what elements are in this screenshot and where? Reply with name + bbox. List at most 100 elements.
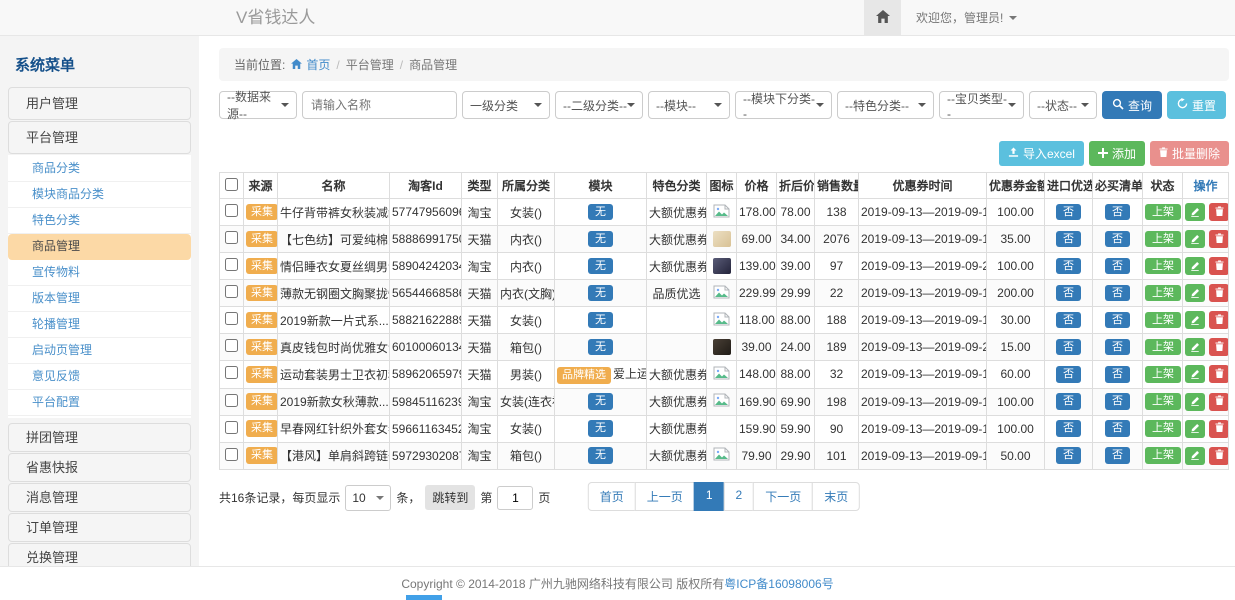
item-type-select[interactable]: --宝贝类型-- [939, 91, 1024, 119]
sidebar-submenu-item[interactable]: 特色分类 [8, 208, 191, 234]
must-buy-badge[interactable]: 否 [1105, 420, 1130, 437]
sidebar-group-item[interactable]: 消息管理 [8, 483, 191, 512]
row-checkbox[interactable] [225, 366, 238, 379]
status-badge[interactable]: 上架 [1145, 366, 1181, 383]
row-checkbox[interactable] [225, 394, 238, 407]
sidebar-submenu-item[interactable]: 商品管理 [8, 234, 191, 260]
edit-button[interactable] [1185, 338, 1205, 356]
level2-category-select[interactable]: --二级分类-- [555, 91, 643, 119]
row-checkbox[interactable] [225, 231, 238, 244]
must-buy-badge[interactable]: 否 [1105, 231, 1130, 248]
edit-button[interactable] [1185, 230, 1205, 248]
module-sub-select[interactable]: --模块下分类-- [735, 91, 832, 119]
sidebar-group-item[interactable]: 平台管理 [8, 121, 191, 154]
import-excel-button[interactable]: 导入excel [999, 141, 1084, 166]
module-select[interactable]: --模块-- [648, 91, 730, 119]
import-select-badge[interactable]: 否 [1056, 258, 1081, 275]
breadcrumb-home-link[interactable]: 首页 [291, 56, 330, 73]
import-select-badge[interactable]: 否 [1056, 204, 1081, 221]
must-buy-badge[interactable]: 否 [1105, 366, 1130, 383]
import-select-badge[interactable]: 否 [1056, 420, 1081, 437]
must-buy-badge[interactable]: 否 [1105, 312, 1130, 329]
search-button[interactable]: 查询 [1102, 91, 1162, 119]
sidebar-group-item[interactable]: 省惠快报 [8, 453, 191, 482]
must-buy-badge[interactable]: 否 [1105, 285, 1130, 302]
delete-button[interactable] [1209, 338, 1229, 356]
edit-button[interactable] [1185, 393, 1205, 411]
edit-button[interactable] [1185, 420, 1205, 438]
page-button[interactable]: 上一页 [635, 482, 695, 511]
row-checkbox[interactable] [225, 421, 238, 434]
status-badge[interactable]: 上架 [1145, 393, 1181, 410]
data-source-select[interactable]: --数据来源-- [219, 91, 297, 119]
page-number-input[interactable] [497, 486, 533, 510]
delete-button[interactable] [1209, 365, 1229, 383]
add-button[interactable]: 添加 [1089, 141, 1145, 166]
must-buy-badge[interactable]: 否 [1105, 204, 1130, 221]
batch-delete-button[interactable]: 批量删除 [1150, 141, 1229, 166]
delete-button[interactable] [1209, 420, 1229, 438]
row-checkbox[interactable] [225, 285, 238, 298]
import-select-badge[interactable]: 否 [1056, 393, 1081, 410]
sidebar-submenu-item[interactable]: 意见反馈 [8, 364, 191, 390]
delete-button[interactable] [1209, 203, 1229, 221]
page-button[interactable]: 2 [724, 482, 755, 511]
edit-button[interactable] [1185, 203, 1205, 221]
delete-button[interactable] [1209, 230, 1229, 248]
row-checkbox[interactable] [225, 339, 238, 352]
delete-button[interactable] [1209, 447, 1229, 465]
status-badge[interactable]: 上架 [1145, 204, 1181, 221]
row-checkbox[interactable] [225, 448, 238, 461]
jump-button[interactable]: 跳转到 [425, 485, 475, 510]
must-buy-badge[interactable]: 否 [1105, 447, 1130, 464]
edit-button[interactable] [1185, 447, 1205, 465]
sidebar-group-item[interactable]: 拼团管理 [8, 423, 191, 452]
import-select-badge[interactable]: 否 [1056, 366, 1081, 383]
status-badge[interactable]: 上架 [1145, 312, 1181, 329]
user-menu[interactable]: 欢迎您，管理员! [901, 0, 1032, 35]
page-button[interactable]: 1 [694, 482, 725, 511]
must-buy-badge[interactable]: 否 [1105, 258, 1130, 275]
import-select-badge[interactable]: 否 [1056, 312, 1081, 329]
import-select-badge[interactable]: 否 [1056, 285, 1081, 302]
feature-category-select[interactable]: --特色分类-- [837, 91, 934, 119]
must-buy-badge[interactable]: 否 [1105, 393, 1130, 410]
edit-button[interactable] [1185, 311, 1205, 329]
sidebar-group-item[interactable]: 订单管理 [8, 513, 191, 542]
sidebar-submenu-item[interactable]: 商品分类 [8, 156, 191, 182]
sidebar-submenu-item[interactable]: 轮播管理 [8, 312, 191, 338]
page-button[interactable]: 首页 [588, 482, 636, 511]
status-badge[interactable]: 上架 [1145, 447, 1181, 464]
delete-button[interactable] [1209, 257, 1229, 275]
row-checkbox[interactable] [225, 312, 238, 325]
status-badge[interactable]: 上架 [1145, 231, 1181, 248]
status-select[interactable]: --状态-- [1029, 91, 1097, 119]
home-button[interactable] [864, 0, 901, 35]
sidebar-group-item[interactable]: 用户管理 [8, 87, 191, 120]
name-search-input[interactable] [302, 91, 457, 119]
edit-button[interactable] [1185, 365, 1205, 383]
import-select-badge[interactable]: 否 [1056, 231, 1081, 248]
status-badge[interactable]: 上架 [1145, 420, 1181, 437]
sidebar-submenu-item[interactable]: 模块商品分类 [8, 182, 191, 208]
edit-button[interactable] [1185, 284, 1205, 302]
per-page-select[interactable]: 10 [345, 485, 391, 511]
status-badge[interactable]: 上架 [1145, 339, 1181, 356]
edit-button[interactable] [1185, 257, 1205, 275]
reset-button[interactable]: 重置 [1167, 91, 1226, 119]
must-buy-badge[interactable]: 否 [1105, 339, 1130, 356]
status-badge[interactable]: 上架 [1145, 285, 1181, 302]
delete-button[interactable] [1209, 284, 1229, 302]
level1-category-select[interactable]: 一级分类 [462, 91, 550, 119]
import-select-badge[interactable]: 否 [1056, 339, 1081, 356]
icp-link[interactable]: 粤ICP备16098006号 [724, 575, 833, 592]
status-badge[interactable]: 上架 [1145, 258, 1181, 275]
row-checkbox[interactable] [225, 258, 238, 271]
sidebar-submenu-item[interactable]: 版本管理 [8, 286, 191, 312]
import-select-badge[interactable]: 否 [1056, 447, 1081, 464]
page-button[interactable]: 下一页 [753, 482, 813, 511]
page-button[interactable]: 末页 [812, 482, 860, 511]
delete-button[interactable] [1209, 311, 1229, 329]
row-checkbox[interactable] [225, 204, 238, 217]
sidebar-submenu-item[interactable]: 平台配置 [8, 390, 191, 416]
